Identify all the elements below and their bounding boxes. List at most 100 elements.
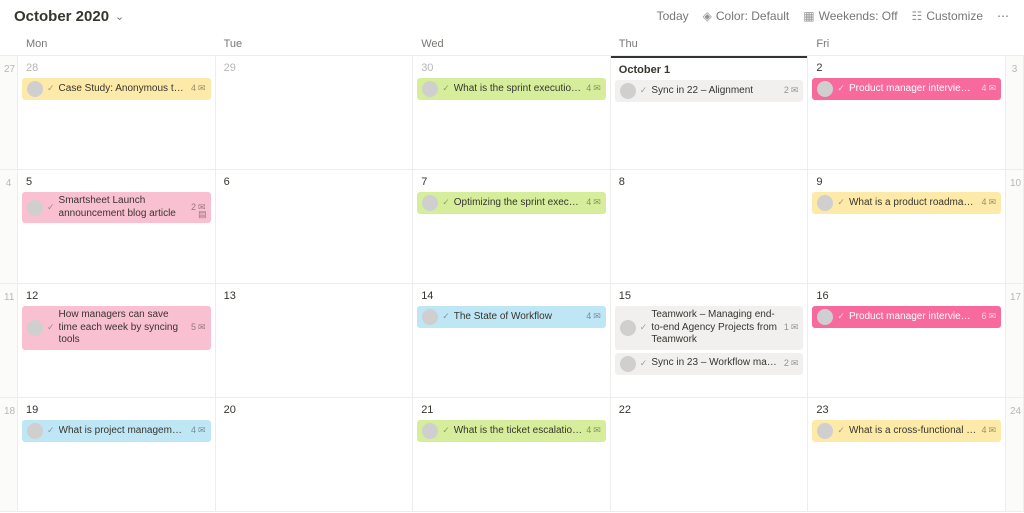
calendar-event[interactable]: ✓Optimizing the sprint execution workflo… (417, 192, 606, 214)
calendar-event[interactable]: ✓What is project management?4✉ (22, 420, 211, 442)
calendar-cell[interactable]: 29 (216, 56, 414, 170)
comment-icon: ✉ (791, 358, 799, 369)
calendar-cell[interactable]: 16✓Product manager interview series 26✉ (808, 284, 1006, 398)
calendar-event[interactable]: ✓Sync in 22 – Alignment2✉ (615, 80, 804, 102)
avatar (817, 195, 833, 211)
event-meta: 4✉ (981, 197, 996, 208)
day-number: 8 (615, 174, 804, 192)
event-title: What is a product roadmap + template (849, 197, 978, 210)
calendar-event[interactable]: ✓Product manager interview series 14✉ (812, 78, 1001, 100)
event-count: 4 (981, 83, 986, 94)
calendar-event[interactable]: ✓Sync in 23 – Workflow management2✉ (615, 353, 804, 375)
comment-icon: ✉ (791, 322, 799, 333)
calendar-cell[interactable]: 13 (216, 284, 414, 398)
event-count: 4 (191, 83, 196, 94)
color-label: Color: Default (716, 9, 789, 23)
comment-icon: ✉ (198, 425, 206, 436)
calendar-event[interactable]: ✓Product manager interview series 26✉ (812, 306, 1001, 328)
calendar-cell-today[interactable]: October 1✓Sync in 22 – Alignment2✉ (611, 56, 809, 170)
calendar-cell[interactable]: 7✓Optimizing the sprint execution workfl… (413, 170, 611, 284)
sliders-icon: ☷ (912, 9, 923, 23)
customize-label: Customize (926, 9, 983, 23)
day-number: 4 (4, 174, 13, 189)
avatar (422, 423, 438, 439)
weekends-label: Weekends: Off (819, 9, 898, 23)
event-title: Product manager interview series 1 (849, 83, 978, 96)
calendar-event[interactable]: ✓Smartsheet Launch announcement blog art… (22, 192, 211, 223)
event-meta: 2✉ (784, 358, 799, 369)
event-title: Teamwork – Managing end-to-end Agency Pr… (651, 309, 779, 347)
calendar-cell[interactable]: 8 (611, 170, 809, 284)
calendar-event[interactable]: ✓What is a product roadmap + template4✉ (812, 192, 1001, 214)
event-meta: 6✉ (981, 311, 996, 322)
calendar-cell[interactable]: 19✓What is project management?4✉ (18, 398, 216, 512)
calendar-cell[interactable]: 14✓The State of Workflow4✉ (413, 284, 611, 398)
weekend-cell-left[interactable]: 11 (0, 284, 18, 398)
calendar-cell[interactable]: 28✓Case Study: Anonymous tech enterprise… (18, 56, 216, 170)
calendar-cell[interactable]: 2✓Product manager interview series 14✉ (808, 56, 1006, 170)
day-number: 11 (4, 288, 13, 303)
event-meta: 2✉ (784, 85, 799, 96)
day-number: 16 (812, 288, 1001, 306)
event-title: Smartsheet Launch announcement blog arti… (59, 195, 187, 220)
calendar-cell[interactable]: 6 (216, 170, 414, 284)
calendar-event[interactable]: ✓How managers can save time each week by… (22, 306, 211, 350)
day-number: 10 (1010, 174, 1019, 189)
calendar-cell[interactable]: 22 (611, 398, 809, 512)
today-button[interactable]: Today (657, 9, 689, 23)
event-meta: 4✉ (586, 425, 601, 436)
calendar-event[interactable]: ✓What is a cross-functional team?4✉ (812, 420, 1001, 442)
event-title: What is the ticket escalation workflow? (454, 425, 583, 438)
day-number: 6 (220, 174, 409, 192)
comment-icon: ✉ (593, 425, 601, 436)
customize-button[interactable]: ☷ Customize (912, 9, 983, 23)
comment-icon: ✉ (988, 83, 996, 94)
calendar-cell[interactable]: 5✓Smartsheet Launch announcement blog ar… (18, 170, 216, 284)
calendar-cell[interactable]: 20 (216, 398, 414, 512)
weekend-cell-right[interactable]: 17 (1006, 284, 1024, 398)
calendar-event[interactable]: ✓What is the sprint execution workflow?4… (417, 78, 606, 100)
weekend-cell-left[interactable]: 18 (0, 398, 18, 512)
calendar-cell[interactable]: 30✓What is the sprint execution workflow… (413, 56, 611, 170)
day-number: 18 (4, 402, 13, 417)
weekend-cell-right[interactable]: 10 (1006, 170, 1024, 284)
color-default-button[interactable]: ◈ Color: Default (703, 9, 790, 23)
calendar-event[interactable]: ✓The State of Workflow4✉ (417, 306, 606, 328)
day-number: 13 (220, 288, 409, 306)
calendar-event[interactable]: ✓Teamwork – Managing end-to-end Agency P… (615, 306, 804, 350)
check-icon: ✓ (442, 197, 450, 208)
check-icon: ✓ (640, 85, 648, 96)
avatar (422, 309, 438, 325)
chevron-down-icon: ⌄ (115, 10, 124, 23)
weekend-cell-right[interactable]: 3 (1006, 56, 1024, 170)
calendar-grid: 2728✓Case Study: Anonymous tech enterpri… (0, 56, 1024, 512)
calendar-cell[interactable]: 23✓What is a cross-functional team?4✉ (808, 398, 1006, 512)
event-meta: 1✉ (784, 322, 799, 333)
event-title: How managers can save time each week by … (59, 309, 187, 347)
day-number: 5 (22, 174, 211, 192)
event-count: 2 (784, 85, 789, 96)
month-picker[interactable]: October 2020 ⌄ (14, 8, 124, 25)
event-meta: 4✉ (191, 83, 206, 94)
calendar-cell[interactable]: 21✓What is the ticket escalation workflo… (413, 398, 611, 512)
weekend-cell-left[interactable]: 27 (0, 56, 18, 170)
calendar-cell[interactable]: 9✓What is a product roadmap + template4✉ (808, 170, 1006, 284)
event-meta: 4✉ (586, 197, 601, 208)
weekend-cell-left[interactable]: 4 (0, 170, 18, 284)
more-menu-button[interactable]: ⋯ (997, 9, 1010, 23)
day-number: 2 (812, 60, 1001, 78)
event-count: 2 (784, 358, 789, 369)
calendar-event[interactable]: ✓What is the ticket escalation workflow?… (417, 420, 606, 442)
avatar (817, 81, 833, 97)
day-number: 17 (1010, 288, 1019, 303)
weekend-cell-right[interactable]: 24 (1006, 398, 1024, 512)
event-count: 1 (784, 322, 789, 333)
avatar (620, 356, 636, 372)
today-label: October 1 (615, 60, 804, 80)
weekends-toggle[interactable]: ▦ Weekends: Off (803, 9, 897, 23)
calendar-cell[interactable]: 15✓Teamwork – Managing end-to-end Agency… (611, 284, 809, 398)
calendar-cell[interactable]: 12✓How managers can save time each week … (18, 284, 216, 398)
event-title: Case Study: Anonymous tech enterprise (59, 83, 187, 96)
day-number: 27 (4, 60, 13, 75)
calendar-event[interactable]: ✓Case Study: Anonymous tech enterprise4✉ (22, 78, 211, 100)
